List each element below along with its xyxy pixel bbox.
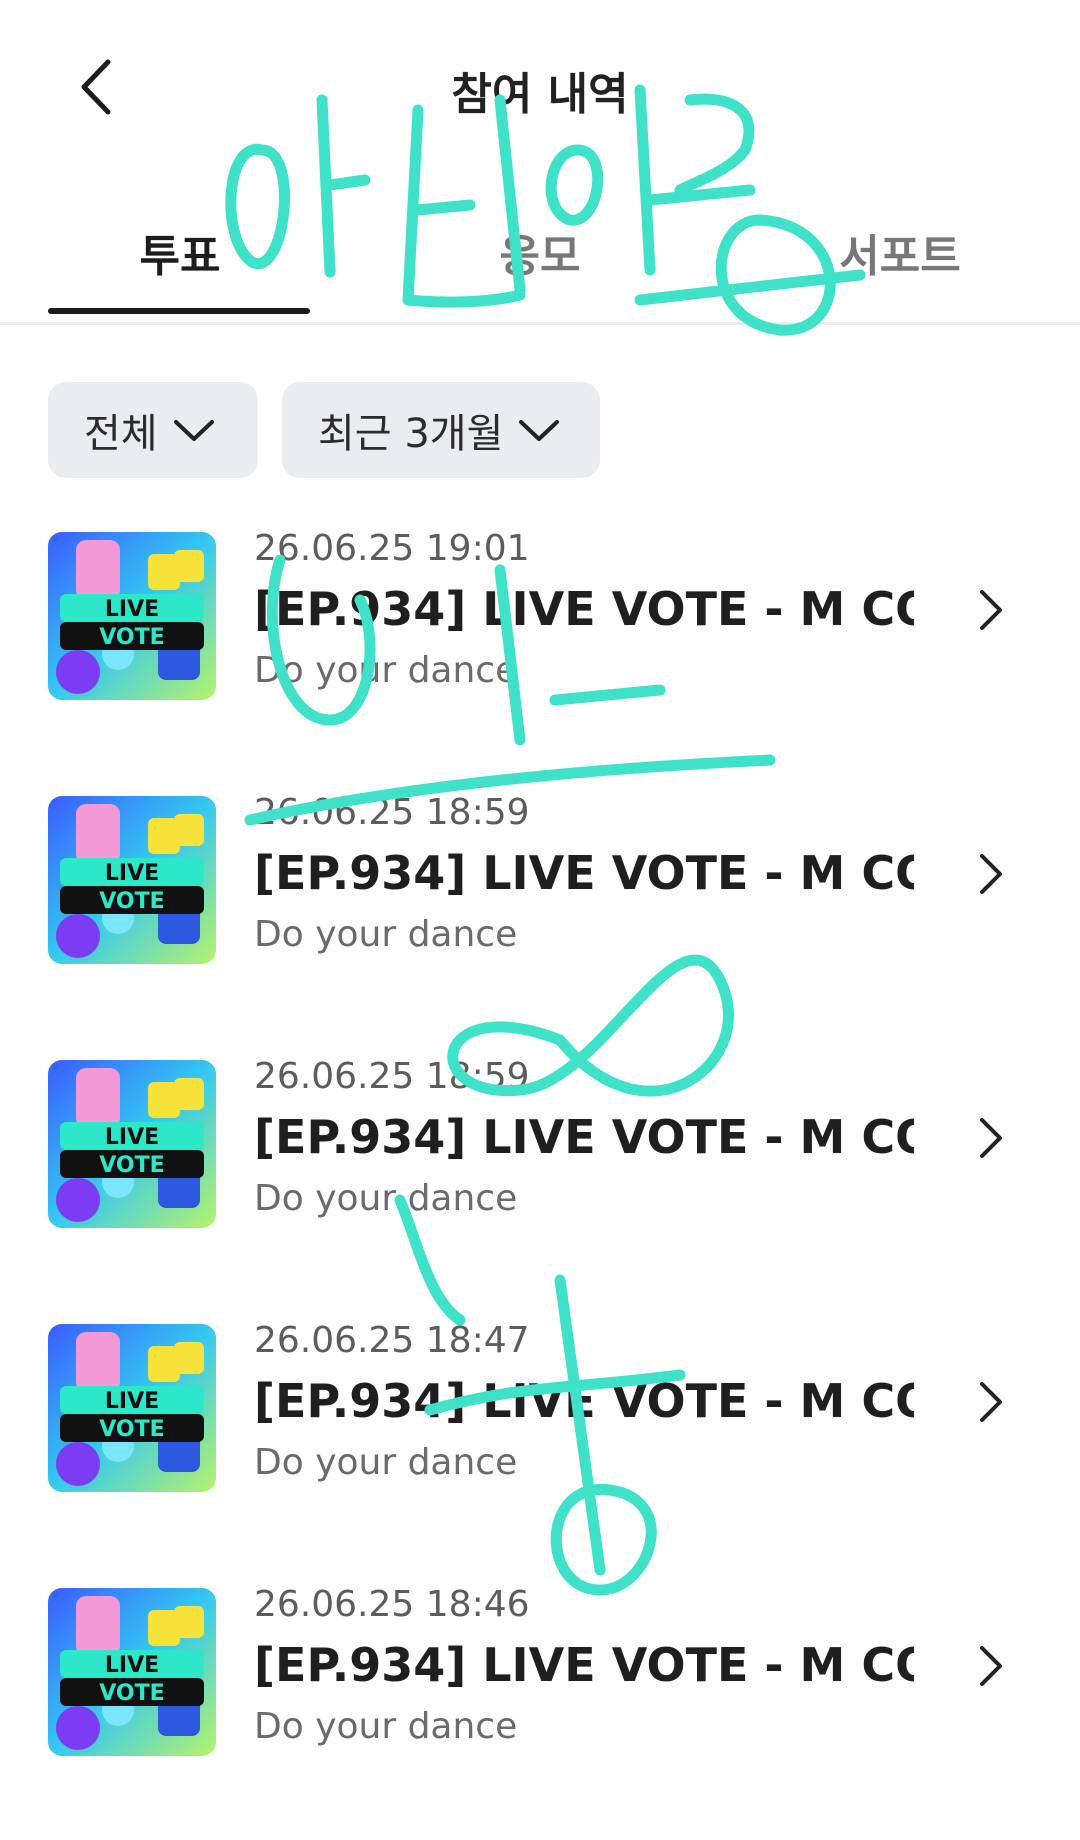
item-title: [EP.934] LIVE VOTE - M CO... [254, 1110, 914, 1164]
thumb-text-live: LIVE [105, 861, 159, 886]
item-title: [EP.934] LIVE VOTE - M CO... [254, 846, 914, 900]
item-title: [EP.934] LIVE VOTE - M CO... [254, 1638, 914, 1692]
thumb-text-vote: VOTE [99, 1417, 164, 1442]
chevron-down-icon [173, 420, 214, 441]
item-date: 26.06.25 19:01 [254, 528, 530, 569]
item-title: [EP.934] LIVE VOTE - M CO... [254, 1374, 914, 1428]
live-vote-thumbnail: LIVE VOTE [48, 1588, 216, 1756]
chevron-right-icon [980, 1646, 1002, 1686]
thumb-text-live: LIVE [105, 1125, 159, 1150]
filter-type-dropdown[interactable]: 전체 [48, 382, 258, 478]
thumb-text-live: LIVE [105, 597, 159, 622]
live-vote-thumbnail: LIVE VOTE [48, 532, 216, 700]
item-title: [EP.934] LIVE VOTE - M CO... [254, 582, 914, 636]
filter-period-dropdown[interactable]: 최근 3개월 [282, 382, 600, 478]
chevron-right-icon [980, 1118, 1002, 1158]
tab-vote[interactable]: 투표 [100, 220, 260, 282]
chevron-right-icon [980, 590, 1002, 630]
filter-period-label: 최근 3개월 [318, 411, 504, 457]
live-vote-thumbnail: LIVE VOTE [48, 1324, 216, 1492]
thumb-text-vote: VOTE [99, 1153, 164, 1178]
item-subtitle: Do your dance [254, 1706, 518, 1747]
thumb-text-live: LIVE [105, 1653, 159, 1678]
item-subtitle: Do your dance [254, 914, 518, 955]
item-date: 26.06.25 18:59 [254, 792, 530, 833]
active-tab-indicator [48, 308, 310, 314]
tab-entry[interactable]: 응모 [460, 220, 620, 282]
thumb-text-vote: VOTE [99, 625, 164, 650]
tab-support[interactable]: 서포트 [810, 220, 990, 282]
item-subtitle: Do your dance [254, 1442, 518, 1483]
thumb-text-vote: VOTE [99, 1681, 164, 1706]
chevron-right-icon [980, 1382, 1002, 1422]
list-item[interactable]: LIVE VOTE 26.06.25 19:01 [EP.934] LIVE V… [0, 520, 1080, 784]
chevron-right-icon [980, 854, 1002, 894]
list-item[interactable]: LIVE VOTE 26.06.25 18:46 [EP.934] LIVE V… [0, 1576, 1080, 1840]
page-title: 참여 내역 [451, 69, 629, 120]
thumb-text-vote: VOTE [99, 889, 164, 914]
list-item[interactable]: LIVE VOTE 26.06.25 18:47 [EP.934] LIVE V… [0, 1312, 1080, 1576]
item-subtitle: Do your dance [254, 650, 518, 691]
filter-type-label: 전체 [84, 411, 158, 457]
live-vote-thumbnail: LIVE VOTE [48, 796, 216, 964]
item-date: 26.06.25 18:47 [254, 1320, 530, 1361]
list-item[interactable]: LIVE VOTE 26.06.25 18:59 [EP.934] LIVE V… [0, 784, 1080, 1048]
list-item[interactable]: LIVE VOTE 26.06.25 18:59 [EP.934] LIVE V… [0, 1048, 1080, 1312]
header: 참여 내역 [0, 0, 1080, 170]
item-subtitle: Do your dance [254, 1178, 518, 1219]
item-date: 26.06.25 18:59 [254, 1056, 530, 1097]
thumb-text-live: LIVE [105, 1389, 159, 1414]
live-vote-thumbnail: LIVE VOTE [48, 1060, 216, 1228]
tab-bar: 투표 응모 서포트 [0, 200, 1080, 325]
chevron-down-icon [519, 420, 560, 441]
item-date: 26.06.25 18:46 [254, 1584, 530, 1625]
